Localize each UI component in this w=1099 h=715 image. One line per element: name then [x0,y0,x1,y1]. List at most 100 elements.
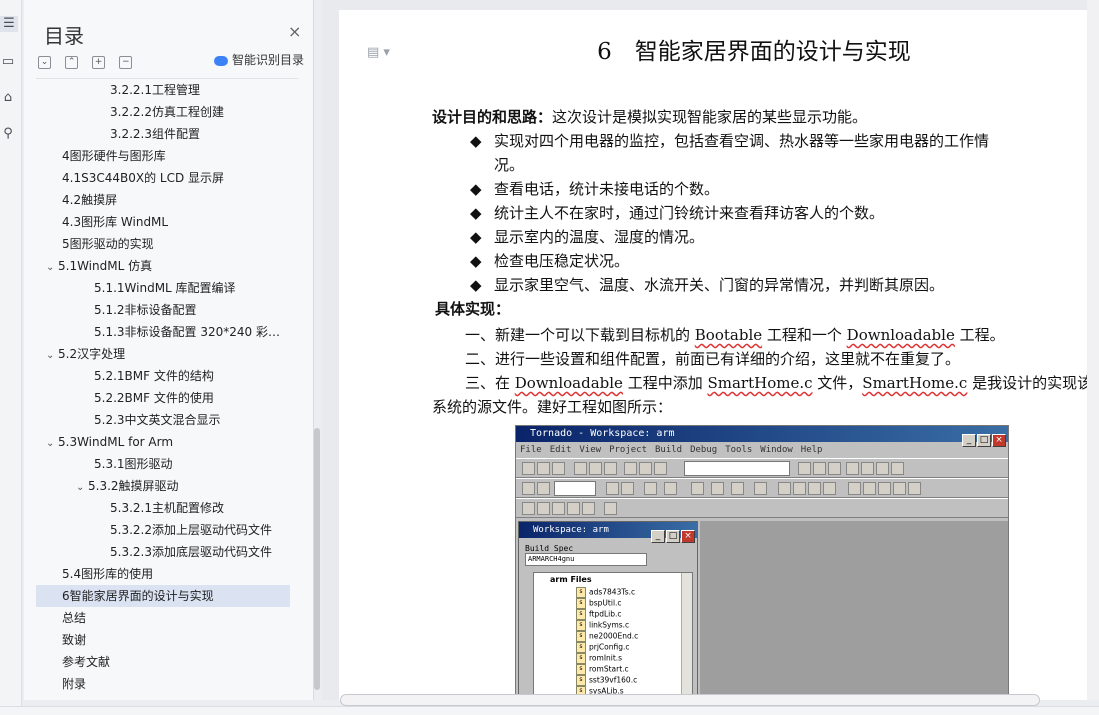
bookmark-icon[interactable]: ⌂ [0,90,16,106]
toc-item[interactable]: 附录 [36,673,290,695]
minimize-icon: _ [651,530,665,543]
minimize-icon: _ [962,434,976,447]
chevron-down-icon[interactable]: ⌄ [46,257,58,277]
document-page[interactable]: ▤ ▾ 6 智能家居界面的设计与实现 设计目的和思路：这次设计是模拟实现智能家居… [339,10,1099,700]
list-item: ◆ 实现对四个用电器的监控，包括查看空调、热水器等一些家用电器的工作情 [470,129,990,153]
toc-item-label: 5.1.1WindML 库配置编译 [94,281,236,295]
vertical-scrollbar[interactable] [1087,0,1099,700]
toc-item-label: 5.2.2BMF 文件的使用 [94,391,214,405]
step-text: 一、新建一个可以下载到目标机的 [465,326,695,344]
toc-item[interactable]: ⌄ 5.3.2触摸屏驱动 [36,475,290,497]
toc-item-label: 5.3.2.2添加上层驱动代码文件 [110,523,272,537]
list-item-continuation: 况。 [494,153,524,177]
spell-flagged-word: SmartHome.c [707,374,813,392]
smart-toc-button[interactable]: 智能识别目录 [214,51,304,68]
toc-list: 3.2.2.1工程管理 3.2.2.2仿真工程创建 3.2.2.3组件配置 4图形硬件… [36,78,298,695]
toc-item[interactable]: ⌄ 5.2汉字处理 [36,343,290,365]
toc-item-label: 5.4图形库的使用 [62,567,154,581]
toc-item[interactable]: 3.2.2.3组件配置 [36,123,290,145]
toc-item[interactable]: 5.3.2.2添加上层驱动代码文件 [36,519,290,541]
toc-item[interactable]: 5.2.1BMF 文件的结构 [36,365,290,387]
toc-item[interactable]: 4.3图形库 WindML [36,211,290,233]
smart-toc-label: 智能识别目录 [232,53,305,67]
toc-item[interactable]: ⌄ 5.3WindML for Arm [36,431,290,453]
add-heading-icon[interactable]: + [92,56,106,69]
toc-item[interactable]: 4.1S3C44B0X的 LCD 显示屏 [36,167,290,189]
chevron-down-icon[interactable]: ⌄ [76,477,88,497]
toc-item[interactable]: 5图形驱动的实现 [36,233,290,255]
step-text: 工程和一个 [762,326,847,344]
spell-flagged-word: SmartHome.c [862,374,968,392]
screenshot-toolbar-3 [516,498,1008,518]
toc-scrollbar[interactable] [314,428,320,690]
page-icon[interactable]: ▭ [0,54,16,70]
toc-item[interactable]: 致谢 [36,629,290,651]
step-text: 工程。 [954,326,1005,344]
toc-toolbar: ⌄ ⌃ + − [38,52,141,69]
list-item: ◆ 查看电话，统计未接电话的个数。 [470,177,719,201]
file-tree-item: ads7843Ts.c [576,587,635,598]
goal-paragraph: 设计目的和思路：这次设计是模拟实现智能家居的某些显示功能。 [432,105,867,129]
spell-flagged-word: Bootable [694,326,763,344]
toc-item[interactable]: ⌄ 5.1WindML 仿真 [36,255,290,277]
toc-item-label: 5.3WindML for Arm [58,435,174,449]
toc-item[interactable]: 5.1.1WindML 库配置编译 [36,277,290,299]
file-tree-item: prjConfig.c [576,642,630,653]
embedded-screenshot[interactable]: Tornado - Workspace: arm _ □ × File Edit Vie… [515,425,1009,700]
screenshot-menu-item: Debug [690,445,718,455]
toc-item[interactable]: 5.4图形库的使用 [36,563,290,585]
toc-item[interactable]: 6智能家居界面的设计与实现 [36,585,290,607]
toc-item-label: 5.3.2.3添加底层驱动代码文件 [110,545,272,559]
bullet-text: 检查电压稳定状况。 [494,252,630,270]
collapse-all-icon[interactable]: ⌄ [38,56,51,69]
toc-item[interactable]: 4.2触摸屏 [36,189,290,211]
file-tree-item: romInit.s [576,653,622,664]
screenshot-menu-item: View [579,445,602,455]
remove-heading-icon[interactable]: − [119,56,133,69]
workspace-window: Workspace: arm _ □ × Build Spec ARMARCH4gn… [518,521,698,699]
toc-item[interactable]: 5.3.2.1主机配置修改 [36,497,290,519]
toc-item[interactable]: 3.2.2.2仿真工程创建 [36,101,290,123]
toc-item-label: 5.2汉字处理 [58,347,126,361]
toc-item-label: 4图形硬件与图形库 [62,149,166,163]
file-tree-item: ne2000End.c [576,631,638,642]
close-icon[interactable]: × [288,22,301,41]
outline-icon[interactable]: ☰ [0,16,18,32]
toc-item[interactable]: 5.3.2.3添加底层驱动代码文件 [36,541,290,563]
toc-item[interactable]: 参考文献 [36,651,290,673]
step-text: 工程中添加 [622,374,708,392]
toc-item[interactable]: 5.2.2BMF 文件的使用 [36,387,290,409]
expand-up-icon[interactable]: ⌃ [65,56,79,69]
screenshot-menu-item: Help [800,445,823,455]
toc-item[interactable]: 5.1.2非标设备配置 [36,299,290,321]
toc-item-label: 5.1WindML 仿真 [58,259,153,273]
toc-item[interactable]: 5.1.3非标设备配置 320*240 彩… [36,321,290,343]
file-tree-root: arm Files [550,575,592,584]
toc-item-label: 5.2.1BMF 文件的结构 [94,369,214,383]
toc-item-label: 3.2.2.1工程管理 [110,83,200,97]
chevron-down-icon[interactable]: ⌄ [46,433,58,453]
chevron-down-icon[interactable]: ⌄ [46,345,58,365]
search-icon[interactable]: ⚲ [0,126,16,142]
ai-icon [214,55,228,66]
wps-document-window: ☰ ▭ ⌂ ⚲ 目录 × ⌄ ⌃ + − 智能识别目录 3.2.2.1工程管理 3… [0,0,1099,715]
diamond-icon: ◆ [470,132,482,150]
close-icon: × [681,530,695,543]
page-title: 6 智能家居界面的设计与实现 [597,39,911,65]
toc-item[interactable]: 5.3.1图形驱动 [36,453,290,475]
bullet-text: 实现对四个用电器的监控，包括查看空调、热水器等一些家用电器的工作情 [494,132,990,150]
toc-item[interactable]: 4图形硬件与图形库 [36,145,290,167]
toc-item-label: 3.2.2.2仿真工程创建 [110,105,224,119]
build-spec-select: ARMARCH4gnu [525,553,647,566]
impl-label: 具体实现： [435,300,511,318]
step-text: 是我设计的实现该 [967,374,1093,392]
toc-item[interactable]: 3.2.2.1工程管理 [36,79,290,101]
file-tree-scrollbar [681,573,692,699]
step-text: 文件， [812,374,863,392]
toc-item[interactable]: 总结 [36,607,290,629]
toc-item-label: 5.1.3非标设备配置 320*240 彩… [94,325,280,339]
toc-item[interactable]: 5.2.3中文英文混合显示 [36,409,290,431]
screenshot-menu-item: Window [760,445,793,455]
horizontal-scrollbar[interactable] [340,694,1040,706]
list-item: ◆ 显示室内的温度、湿度的情况。 [470,225,704,249]
